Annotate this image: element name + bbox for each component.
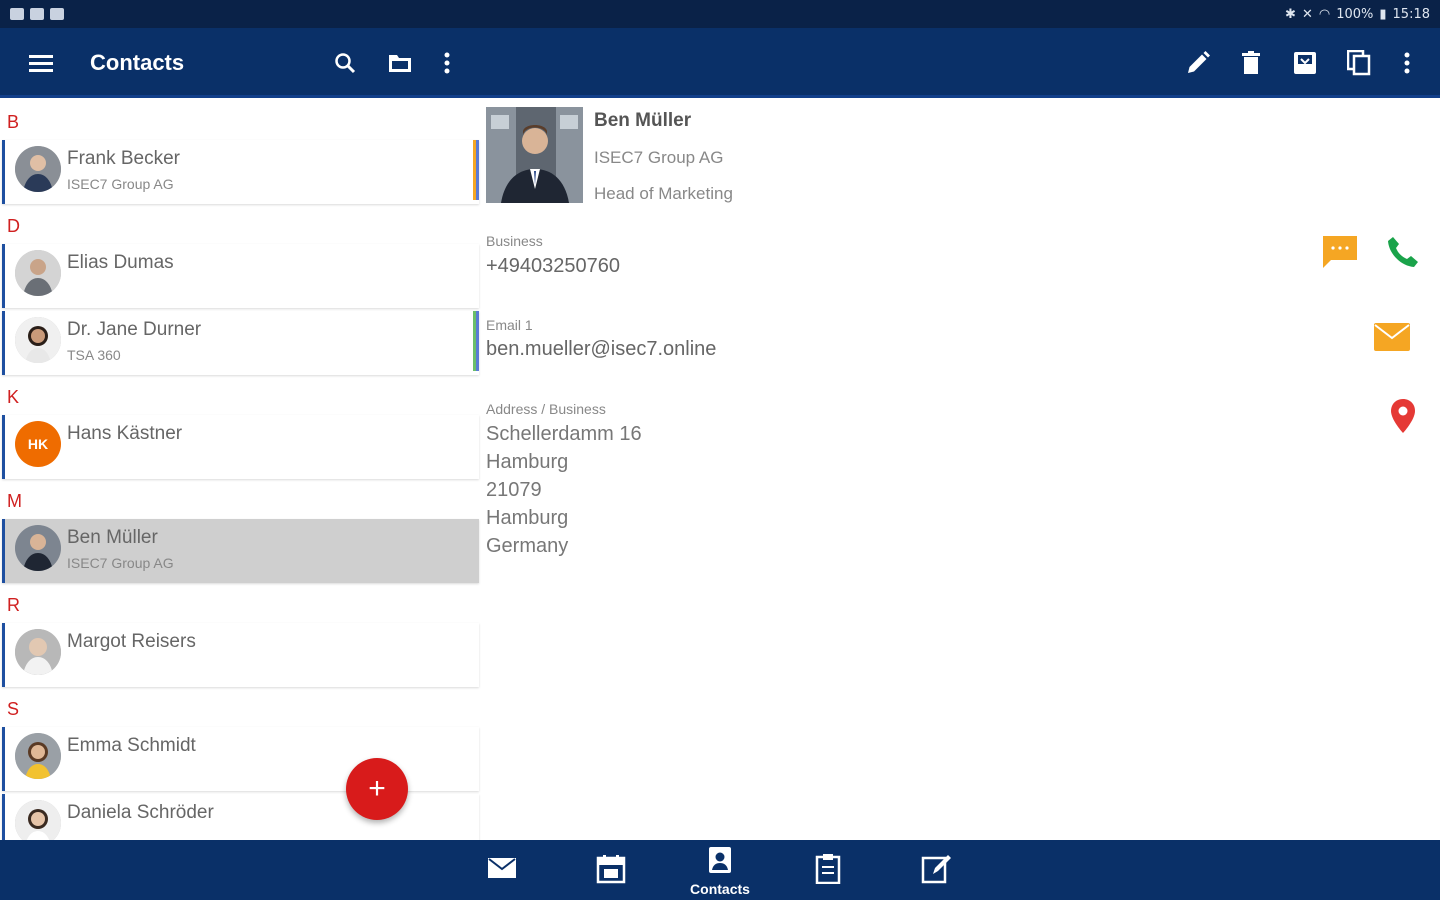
overflow-menu-icon[interactable] <box>432 48 462 78</box>
email-label: Email 1 <box>486 317 533 333</box>
tasks-icon <box>815 854 841 885</box>
mail-icon <box>488 858 516 878</box>
tab-contacts[interactable]: Contacts <box>685 846 755 897</box>
message-icon[interactable] <box>1320 232 1360 272</box>
tab-tasks[interactable] <box>793 846 863 896</box>
contact-name: Elias Dumas <box>67 252 174 273</box>
phone-label: Business <box>486 233 543 249</box>
battery-icon: ▮ <box>1379 6 1387 22</box>
contact-name: Hans Kästner <box>67 423 183 444</box>
calendar-icon <box>596 855 626 884</box>
contact-row[interactable]: Daniela Schröder <box>2 794 479 840</box>
contact-name: Ben Müller <box>67 527 158 548</box>
mute-icon: ✕ <box>1301 6 1313 22</box>
battery-level: 100% <box>1336 6 1374 22</box>
page-title: Contacts <box>90 50 185 75</box>
contact-company: TSA 360 <box>67 347 121 363</box>
bottom-navigation: Contacts <box>0 840 1440 900</box>
notification-icon <box>10 8 24 20</box>
status-bar: ✱ ✕ ◠ 100% ▮ 15:18 <box>0 0 1440 28</box>
contact-row[interactable]: Dr. Jane Durner TSA 360 <box>2 311 479 375</box>
avatar <box>15 146 61 192</box>
contact-company: ISEC7 Group AG <box>67 176 174 192</box>
folder-icon[interactable] <box>385 48 415 78</box>
clock: 15:18 <box>1392 6 1430 22</box>
copy-icon[interactable] <box>1344 48 1374 78</box>
category-stripe <box>473 140 479 200</box>
avatar-initials: HK <box>15 421 61 467</box>
email-icon[interactable] <box>1372 317 1412 357</box>
address-line: 21079 <box>486 479 542 501</box>
contact-full-name: Ben Müller <box>594 110 692 131</box>
notification-icon <box>50 8 64 20</box>
contact-row[interactable]: Frank Becker ISEC7 Group AG <box>2 140 479 204</box>
avatar <box>15 800 61 840</box>
contact-name: Daniela Schröder <box>67 802 214 823</box>
section-header: D <box>7 216 20 236</box>
contact-name: Frank Becker <box>67 148 180 169</box>
contact-row[interactable]: Elias Dumas <box>2 244 479 308</box>
contact-detail: Ben Müller ISEC7 Group AG Head of Market… <box>486 100 1440 840</box>
address-line: Hamburg <box>486 451 569 473</box>
contact-company: ISEC7 Group AG <box>67 555 174 571</box>
wifi-icon: ◠ <box>1318 6 1331 22</box>
tab-notes[interactable] <box>901 846 971 896</box>
call-icon[interactable] <box>1383 232 1423 272</box>
save-contact-icon[interactable] <box>1290 48 1320 78</box>
tab-mail[interactable] <box>467 846 537 896</box>
tab-calendar[interactable] <box>576 846 646 896</box>
contact-row-selected[interactable]: Ben Müller ISEC7 Group AG <box>2 519 479 583</box>
add-icon: + <box>368 772 386 805</box>
contact-row[interactable]: Emma Schmidt <box>2 727 479 791</box>
address-block[interactable]: Schellerdamm 16 Hamburg 21079 Hamburg Ge… <box>486 420 642 560</box>
bluetooth-icon: ✱ <box>1285 6 1296 22</box>
add-contact-button[interactable]: + <box>346 758 408 820</box>
avatar <box>15 317 61 363</box>
email-value[interactable]: ben.mueller@isec7.online <box>486 338 716 361</box>
contact-name: Margot Reisers <box>67 631 196 652</box>
search-icon[interactable] <box>330 48 360 78</box>
avatar <box>15 250 61 296</box>
delete-icon[interactable] <box>1236 48 1266 78</box>
avatar <box>15 629 61 675</box>
notification-icon <box>30 8 44 20</box>
contact-row[interactable]: Margot Reisers <box>2 623 479 687</box>
contact-photo <box>486 107 583 203</box>
avatar <box>15 733 61 779</box>
overflow-menu-icon[interactable] <box>1392 48 1422 78</box>
section-header: R <box>7 595 20 615</box>
address-line: Hamburg <box>486 507 569 529</box>
app-bar: Contacts <box>0 28 1440 98</box>
contact-list: B Frank Becker ISEC7 Group AG D Elias Du… <box>0 100 481 840</box>
address-line: Schellerdamm 16 <box>486 423 642 445</box>
section-header: K <box>7 387 20 407</box>
tab-label: Contacts <box>690 881 750 897</box>
notification-icons <box>10 8 64 20</box>
contact-row[interactable]: HK Hans Kästner <box>2 415 479 479</box>
contact-company: ISEC7 Group AG <box>594 148 724 167</box>
address-line: Germany <box>486 535 569 557</box>
notes-icon <box>921 855 951 884</box>
section-header: S <box>7 699 20 719</box>
location-pin-icon[interactable] <box>1383 396 1423 436</box>
edit-icon[interactable] <box>1183 48 1213 78</box>
avatar <box>15 525 61 571</box>
address-label: Address / Business <box>486 401 606 417</box>
contact-name: Dr. Jane Durner <box>67 319 202 340</box>
phone-value[interactable]: +49403250760 <box>486 255 620 278</box>
contact-name: Emma Schmidt <box>67 735 196 756</box>
category-stripe <box>473 311 479 371</box>
menu-icon[interactable] <box>26 48 56 78</box>
section-header: M <box>7 491 22 511</box>
section-header: B <box>7 112 20 132</box>
contacts-icon <box>709 847 731 873</box>
system-indicators: ✱ ✕ ◠ 100% ▮ 15:18 <box>1285 7 1430 22</box>
contact-job-title: Head of Marketing <box>594 184 733 203</box>
